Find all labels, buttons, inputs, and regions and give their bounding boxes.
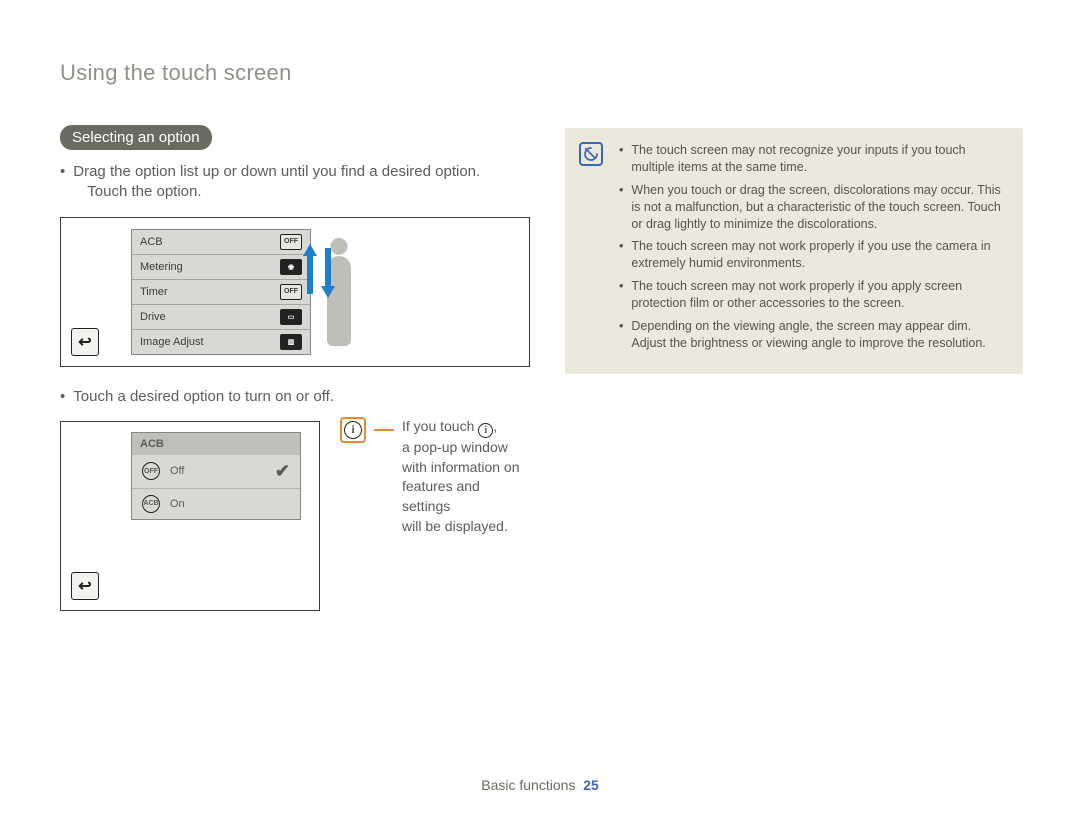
callout-connector-line bbox=[374, 429, 394, 431]
lcd-row-drive[interactable]: Drive ▭ bbox=[132, 305, 310, 330]
drag-up-arrow-icon bbox=[303, 244, 317, 294]
back-arrow-icon: ↩ bbox=[78, 332, 91, 352]
note-item: When you touch or drag the screen, disco… bbox=[619, 182, 1005, 233]
callout-line5: will be displayed. bbox=[402, 518, 508, 534]
timer-off-icon: OFF bbox=[280, 284, 302, 300]
back-arrow-icon: ↩ bbox=[78, 576, 91, 596]
note-icon bbox=[579, 142, 603, 166]
intro-list-1: Drag the option list up or down until yo… bbox=[60, 162, 530, 203]
page-title: Using the touch screen bbox=[60, 60, 292, 86]
acb-off-mini-icon: OFF bbox=[142, 462, 160, 480]
image-adjust-icon: ▥ bbox=[280, 334, 302, 350]
callout-line2: a pop-up window bbox=[402, 439, 508, 455]
note-text: Depending on the viewing angle, the scre… bbox=[631, 318, 1005, 352]
option-off-label: Off bbox=[170, 465, 184, 477]
intro-1-sub: Touch the option. bbox=[87, 182, 480, 202]
callout-text: If you touch i, a pop-up window with inf… bbox=[402, 417, 530, 536]
lcd-label: ACB bbox=[140, 236, 163, 248]
lcd-row-acb[interactable]: ACB OFF bbox=[132, 230, 310, 255]
lcd-row-metering[interactable]: Metering ◉ bbox=[132, 255, 310, 280]
page-footer: Basic functions 25 bbox=[0, 777, 1080, 793]
footer-label: Basic functions bbox=[481, 777, 575, 793]
section-badge: Selecting an option bbox=[60, 125, 212, 150]
footer-page-number: 25 bbox=[583, 777, 599, 793]
lcd-label: Drive bbox=[140, 311, 166, 323]
note-text: When you touch or drag the screen, disco… bbox=[631, 182, 1005, 233]
option-off-row[interactable]: OFF Off ✔ bbox=[132, 455, 300, 489]
acb-header: ACB bbox=[132, 433, 300, 455]
note-box: The touch screen may not recognize your … bbox=[565, 128, 1023, 374]
note-list: The touch screen may not recognize your … bbox=[619, 142, 1005, 352]
acb-off-icon: OFF bbox=[280, 234, 302, 250]
info-inline-icon: i bbox=[478, 423, 493, 438]
figure-2: ACB OFF Off ✔ ACB On ↩ bbox=[60, 421, 320, 611]
back-button[interactable]: ↩ bbox=[71, 572, 99, 600]
callout-line4: features and settings bbox=[402, 478, 480, 514]
note-item: The touch screen may not recognize your … bbox=[619, 142, 1005, 176]
back-button[interactable]: ↩ bbox=[71, 328, 99, 356]
intro-1-text: Drag the option list up or down until yo… bbox=[73, 163, 480, 180]
lcd-screen-1[interactable]: ACB OFF Metering ◉ Timer OFF Drive ▭ Ima… bbox=[131, 229, 311, 355]
note-item: The touch screen may not work properly i… bbox=[619, 238, 1005, 272]
option-on-row[interactable]: ACB On bbox=[132, 489, 300, 519]
acb-on-mini-icon: ACB bbox=[142, 495, 160, 513]
note-text: The touch screen may not work properly i… bbox=[631, 238, 1005, 272]
lcd-label: Timer bbox=[140, 286, 168, 298]
intro-item-2: Touch a desired option to turn on or off… bbox=[60, 387, 530, 407]
callout-line3: with information on bbox=[402, 459, 520, 475]
lcd-row-timer[interactable]: Timer OFF bbox=[132, 280, 310, 305]
drive-icon: ▭ bbox=[280, 309, 302, 325]
option-on-label: On bbox=[170, 498, 185, 510]
info-icon: i bbox=[344, 421, 362, 439]
intro-2-text: Touch a desired option to turn on or off… bbox=[73, 387, 334, 407]
left-column: Selecting an option Drag the option list… bbox=[60, 125, 530, 631]
info-callout-group: i If you touch i, a pop-up window with i… bbox=[340, 417, 530, 536]
figure-2-wrap: ACB OFF Off ✔ ACB On ↩ i If yo bbox=[60, 407, 530, 631]
note-item: The touch screen may not work properly i… bbox=[619, 278, 1005, 312]
info-button-callout[interactable]: i bbox=[340, 417, 366, 443]
lcd-label: Image Adjust bbox=[140, 336, 204, 348]
intro-item-1: Drag the option list up or down until yo… bbox=[60, 162, 530, 203]
callout-line1-pre: If you touch bbox=[402, 418, 478, 434]
lcd-screen-2[interactable]: ACB OFF Off ✔ ACB On bbox=[131, 432, 301, 520]
figure-1: ACB OFF Metering ◉ Timer OFF Drive ▭ Ima… bbox=[60, 217, 530, 367]
note-text: The touch screen may not recognize your … bbox=[631, 142, 1005, 176]
callout-line1-post: , bbox=[493, 418, 497, 434]
drag-down-arrow-icon bbox=[321, 248, 335, 298]
note-text: The touch screen may not work properly i… bbox=[631, 278, 1005, 312]
intro-list-2: Touch a desired option to turn on or off… bbox=[60, 387, 530, 407]
metering-icon: ◉ bbox=[280, 259, 302, 275]
note-item: Depending on the viewing angle, the scre… bbox=[619, 318, 1005, 352]
check-icon: ✔ bbox=[275, 461, 290, 482]
lcd-label: Metering bbox=[140, 261, 183, 273]
lcd-row-image-adjust[interactable]: Image Adjust ▥ bbox=[132, 330, 310, 354]
